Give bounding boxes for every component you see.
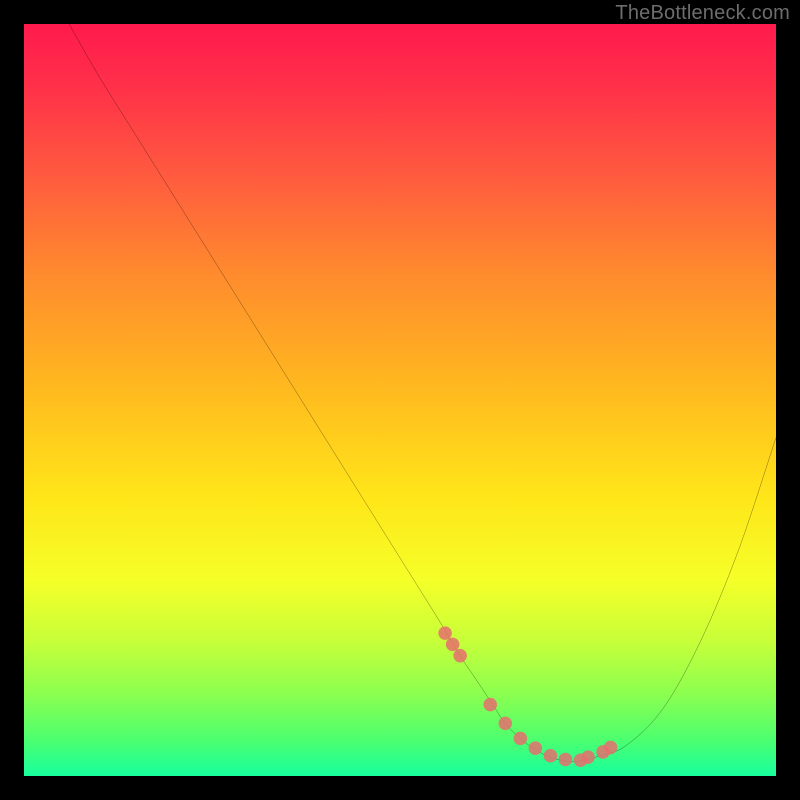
watermark-text: TheBottleneck.com — [615, 2, 790, 25]
highlight-point — [604, 741, 618, 755]
chart-frame: TheBottleneck.com — [0, 0, 800, 800]
highlight-point — [438, 626, 452, 640]
highlight-point — [529, 741, 543, 755]
highlight-point — [446, 638, 460, 652]
highlight-point — [559, 753, 573, 767]
highlight-point — [483, 698, 497, 712]
highlight-point — [544, 749, 558, 763]
bottleneck-curve-svg — [24, 24, 776, 776]
highlight-point — [453, 649, 467, 663]
bottleneck-curve-line — [69, 24, 776, 761]
highlight-point — [514, 732, 528, 746]
highlight-point — [581, 750, 595, 764]
highlight-point — [499, 717, 513, 731]
plot-area — [24, 24, 776, 776]
highlight-points-group — [438, 626, 617, 767]
